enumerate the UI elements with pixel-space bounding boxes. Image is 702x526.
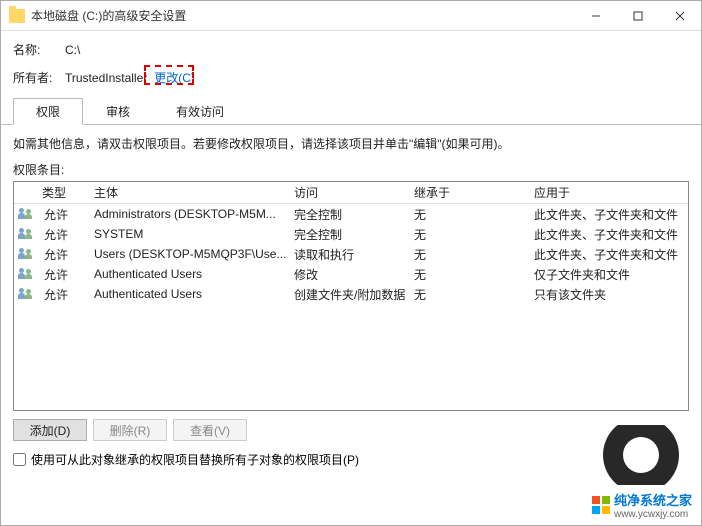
cell-inherit: 无 — [408, 246, 528, 263]
window-title: 本地磁盘 (C:)的高级安全设置 — [31, 7, 575, 24]
tab-permissions[interactable]: 权限 — [13, 98, 83, 125]
remove-button: 删除(R) — [93, 419, 167, 441]
cell-applies: 仅子文件夹和文件 — [528, 266, 688, 283]
replace-inheritance-row: 使用可从此对象继承的权限项目替换所有子对象的权限项目(P) — [13, 451, 689, 468]
cell-inherit: 无 — [408, 286, 528, 303]
button-row: 添加(D) 删除(R) 查看(V) — [13, 419, 689, 441]
cell-principal: Administrators (DESKTOP-M5M... — [88, 207, 288, 221]
cell-applies: 此文件夹、子文件夹和文件 — [528, 226, 688, 243]
replace-inheritance-checkbox[interactable] — [13, 453, 26, 466]
table-row[interactable]: 允许Authenticated Users创建文件夹/附加数据无只有该文件夹 — [14, 284, 688, 304]
table-header: 类型 主体 访问 继承于 应用于 — [14, 182, 688, 204]
cell-inherit: 无 — [408, 266, 528, 283]
table-body: 允许Administrators (DESKTOP-M5M...完全控制无此文件… — [14, 204, 688, 304]
tab-auditing[interactable]: 审核 — [83, 98, 153, 125]
users-icon — [14, 228, 38, 240]
client-area: 名称: C:\ 所有者: TrustedInstaller 更改(C) 权限 审… — [1, 31, 701, 525]
cell-access: 读取和执行 — [288, 246, 408, 263]
owner-value: TrustedInstaller — [65, 71, 147, 85]
folder-icon — [9, 9, 25, 23]
users-icon — [14, 288, 38, 300]
cell-applies: 只有该文件夹 — [528, 286, 688, 303]
col-principal-header[interactable]: 主体 — [88, 184, 288, 201]
permissions-label: 权限条目: — [13, 161, 689, 178]
name-value: C:\ — [65, 43, 80, 57]
table-row[interactable]: 允许Authenticated Users修改无仅子文件夹和文件 — [14, 264, 688, 284]
cell-access: 完全控制 — [288, 226, 408, 243]
cell-access: 修改 — [288, 266, 408, 283]
cell-type: 允许 — [38, 286, 88, 303]
maximize-button[interactable] — [617, 1, 659, 30]
col-type-header[interactable]: 类型 — [14, 184, 88, 201]
cell-applies: 此文件夹、子文件夹和文件 — [528, 206, 688, 223]
cell-principal: Authenticated Users — [88, 267, 288, 281]
cell-access: 完全控制 — [288, 206, 408, 223]
cell-type: 允许 — [38, 206, 88, 223]
close-button[interactable] — [659, 1, 701, 30]
replace-inheritance-label: 使用可从此对象继承的权限项目替换所有子对象的权限项目(P) — [31, 451, 359, 468]
table-row[interactable]: 允许Users (DESKTOP-M5MQP3F\Use...读取和执行无此文件… — [14, 244, 688, 264]
cell-access: 创建文件夹/附加数据 — [288, 286, 408, 303]
watermark-text: 纯净系统之家 — [614, 490, 692, 509]
col-applies-header[interactable]: 应用于 — [528, 184, 688, 201]
cell-inherit: 无 — [408, 226, 528, 243]
windows-logo-icon — [592, 496, 610, 514]
cell-principal: SYSTEM — [88, 227, 288, 241]
titlebar: 本地磁盘 (C:)的高级安全设置 — [1, 1, 701, 31]
cell-type: 允许 — [38, 266, 88, 283]
watermark: 纯净系统之家 www.ycwxjy.com — [588, 488, 696, 522]
change-owner-link[interactable]: 更改(C) — [151, 68, 198, 87]
table-row[interactable]: 允许Administrators (DESKTOP-M5M...完全控制无此文件… — [14, 204, 688, 224]
advanced-security-window: 本地磁盘 (C:)的高级安全设置 名称: C:\ 所有者: TrustedIns… — [0, 0, 702, 526]
tabs: 权限 审核 有效访问 — [1, 97, 701, 125]
window-controls — [575, 1, 701, 30]
owner-row: 所有者: TrustedInstaller 更改(C) — [13, 68, 689, 87]
col-inherit-header[interactable]: 继承于 — [408, 184, 528, 201]
cell-applies: 此文件夹、子文件夹和文件 — [528, 246, 688, 263]
users-icon — [14, 208, 38, 220]
instruction-text: 如需其他信息，请双击权限项目。若要修改权限项目，请选择该项目并单击"编辑"(如果… — [13, 135, 689, 153]
name-row: 名称: C:\ — [13, 41, 689, 58]
col-access-header[interactable]: 访问 — [288, 184, 408, 201]
table-row[interactable]: 允许SYSTEM完全控制无此文件夹、子文件夹和文件 — [14, 224, 688, 244]
tab-effective-access[interactable]: 有效访问 — [153, 98, 247, 125]
owner-label: 所有者: — [13, 69, 65, 86]
add-button[interactable]: 添加(D) — [13, 419, 87, 441]
minimize-button[interactable] — [575, 1, 617, 30]
view-button: 查看(V) — [173, 419, 247, 441]
cell-inherit: 无 — [408, 206, 528, 223]
cell-principal: Authenticated Users — [88, 287, 288, 301]
watermark-url: www.ycwxjy.com — [614, 509, 692, 520]
cell-type: 允许 — [38, 246, 88, 263]
users-icon — [14, 268, 38, 280]
permissions-table: 类型 主体 访问 继承于 应用于 允许Administrators (DESKT… — [13, 181, 689, 411]
cell-type: 允许 — [38, 226, 88, 243]
name-label: 名称: — [13, 41, 65, 58]
users-icon — [14, 248, 38, 260]
cell-principal: Users (DESKTOP-M5MQP3F\Use... — [88, 247, 288, 261]
